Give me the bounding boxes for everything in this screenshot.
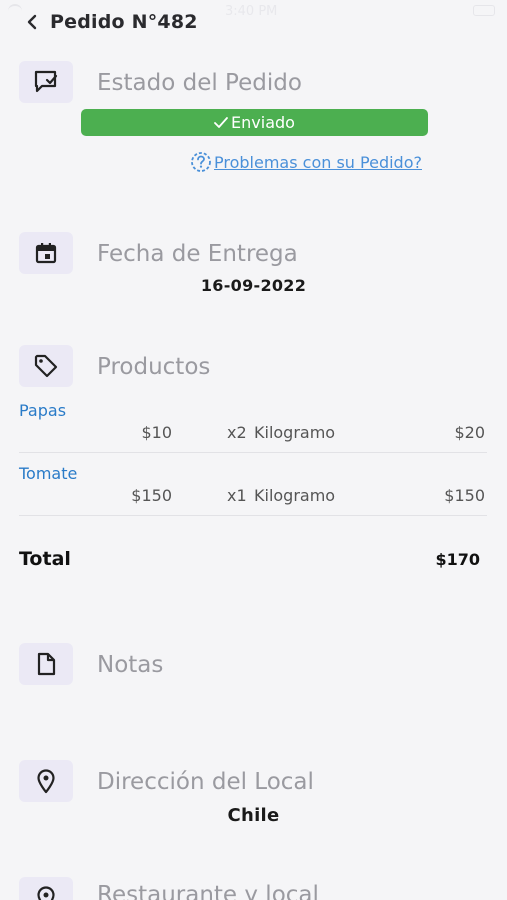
product-subtotal: $150 (444, 486, 485, 505)
product-name: Tomate (19, 464, 78, 483)
notes-section-title: Notas (97, 652, 164, 678)
tag-icon (19, 345, 73, 387)
status-badge: Enviado (81, 109, 428, 136)
page-title: Pedido N°482 (50, 11, 198, 33)
document-icon (19, 643, 73, 685)
calendar-icon (19, 232, 73, 274)
product-row: $150 x1 Kilogramo $150 (0, 486, 507, 510)
help-circle-icon (191, 152, 211, 172)
order-detail-screen: 3:40 PM Pedido N°482 Estado del Pedido E… (0, 0, 507, 900)
product-name: Papas (19, 401, 67, 420)
problems-link[interactable]: Problemas con su Pedido? (190, 151, 422, 173)
product-qty: x2 (227, 423, 247, 442)
location-pin-icon (19, 877, 73, 900)
status-time: 3:40 PM (225, 4, 278, 19)
address-section-title: Dirección del Local (97, 769, 314, 795)
product-qty: x1 (227, 486, 247, 505)
wifi-icon (8, 4, 22, 12)
total-label: Total (19, 548, 71, 570)
status-section-title: Estado del Pedido (97, 70, 302, 96)
navigation-bar: Pedido N°482 (26, 8, 198, 36)
battery-icon (473, 5, 495, 16)
delivery-date: 16-09-2022 (200, 276, 307, 295)
product-price: $150 (131, 486, 172, 505)
address-value: Chile (227, 805, 280, 826)
total-value: $170 (435, 550, 480, 569)
status-label: Enviado (231, 113, 295, 132)
delivery-section-title: Fecha de Entrega (97, 241, 298, 267)
product-price: $10 (141, 423, 172, 442)
problems-link-label[interactable]: Problemas con su Pedido? (214, 153, 422, 172)
divider (19, 515, 487, 516)
product-unit: Kilogramo (254, 486, 336, 505)
restaurant-section-title: Restaurante y local (97, 882, 319, 900)
location-pin-icon (19, 760, 73, 802)
product-unit: Kilogramo (254, 423, 336, 442)
divider (19, 452, 487, 453)
product-row: $10 x2 Kilogramo $20 (0, 423, 507, 447)
products-section-title: Productos (97, 354, 211, 380)
chevron-left-icon[interactable] (26, 8, 46, 36)
chat-check-icon (19, 61, 73, 103)
check-icon (214, 116, 228, 128)
product-subtotal: $20 (454, 423, 485, 442)
